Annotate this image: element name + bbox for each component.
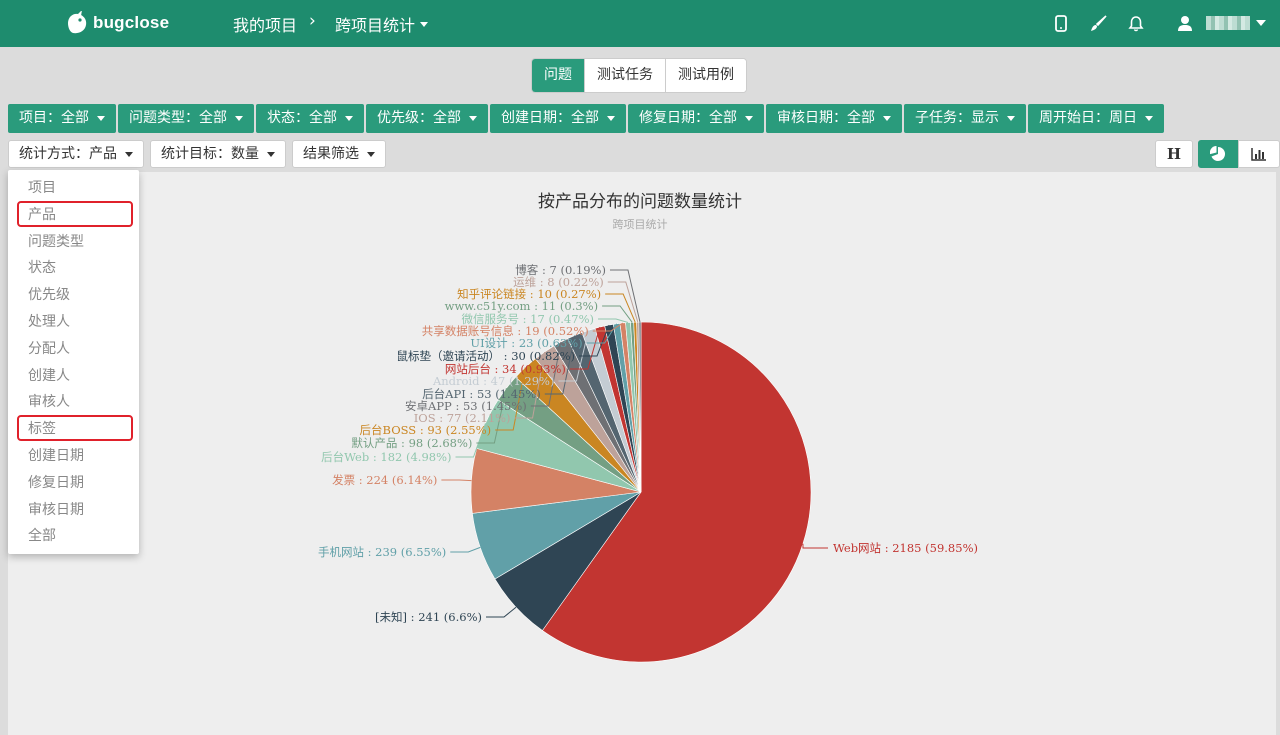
menu-item[interactable]: 优先级	[28, 285, 70, 305]
label-leader-line	[450, 546, 481, 553]
menu-item[interactable]: 处理人	[28, 312, 70, 332]
stats-method-menu: 项目 产品 问题类型 状态 优先级 处理人 分配人 创建人 审核人 标签 创建日期 修复日期 审核日期全…	[8, 170, 139, 554]
menu-item[interactable]: 项目	[28, 178, 56, 198]
slice-label: UI设计 : 23 (0.63%)	[470, 336, 582, 350]
slice-label: 鼠标垫（邀请活动） : 30 (0.82%)	[397, 349, 575, 363]
slice-label: 运维 : 8 (0.22%)	[513, 275, 604, 289]
slice-label: 网站后台 : 34 (0.93%)	[445, 362, 566, 376]
label-leader-line	[802, 543, 828, 549]
slice-label: Web网站 : 2185 (59.85%)	[833, 541, 978, 555]
slice-label: 安卓APP : 53 (1.45%)	[405, 399, 527, 413]
highlight-box	[17, 200, 133, 227]
label-leader-line	[486, 606, 517, 618]
slice-label: 博客 : 7 (0.19%)	[515, 263, 606, 277]
label-leader-line	[441, 479, 472, 482]
menu-item[interactable]: 创建人	[28, 366, 70, 386]
menu-item[interactable]: 审核人	[28, 392, 70, 412]
label-leader-line	[607, 281, 639, 323]
slice-label: 后台Web : 182 (4.98%)	[321, 450, 451, 464]
menu-item[interactable]: 创建日期	[28, 446, 84, 466]
menu-item[interactable]: 全部	[28, 526, 56, 546]
slice-label: www.c51y.com : 11 (0.3%)	[445, 299, 598, 313]
slice-label: 后台BOSS : 93 (2.55%)	[360, 423, 492, 437]
slice-label: IOS : 77 (2.11%)	[414, 411, 511, 425]
slice-label: 微信服务号 : 17 (0.47%)	[462, 312, 594, 326]
slice-label: [未知] : 241 (6.6%)	[375, 610, 482, 624]
menu-item[interactable]: 问题类型	[28, 232, 84, 252]
menu-item[interactable]: 修复日期	[28, 473, 84, 493]
slice-label: 手机网站 : 239 (6.55%)	[318, 545, 446, 559]
slice-label: 后台API : 53 (1.45%)	[422, 387, 541, 401]
slice-label: 默认产品 : 98 (2.68%)	[351, 436, 472, 450]
slice-label: 共享数据账号信息 : 19 (0.52%)	[422, 324, 589, 338]
menu-item[interactable]: 状态	[28, 258, 56, 278]
pie-chart: Web网站 : 2185 (59.85%) [未知] : 241 (6.6%) 手机…	[318, 263, 978, 663]
label-leader-line	[597, 318, 629, 323]
highlight-box	[17, 415, 133, 442]
slice-label: 发票 : 224 (6.14%)	[332, 473, 437, 487]
menu-item[interactable]: 分配人	[28, 339, 70, 359]
menu-item[interactable]: 审核日期	[28, 500, 84, 520]
slice-label: 知乎评论链接 : 10 (0.27%)	[457, 287, 601, 301]
slice-label: Android : 47 (1.29%)	[432, 374, 555, 388]
